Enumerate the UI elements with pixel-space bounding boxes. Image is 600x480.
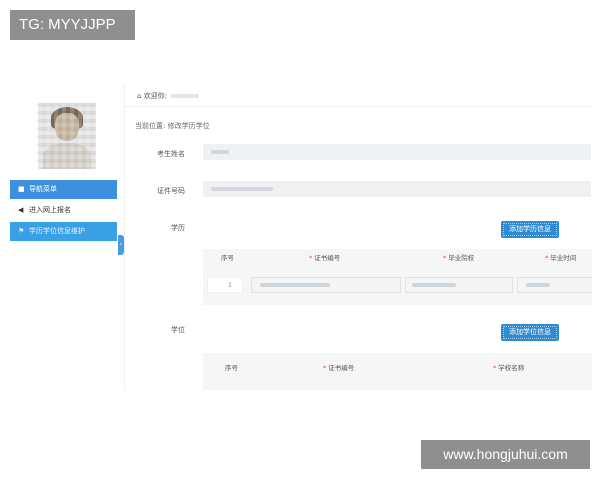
sidebar-item-nav-menu[interactable]: ■ 导航菜单 bbox=[10, 180, 117, 199]
home-icon: ⌂ bbox=[137, 92, 142, 100]
sidebar-item-education-maintenance[interactable]: ⚑ 学历学位信息维护 bbox=[10, 222, 117, 241]
table-header: 序号 bbox=[225, 364, 238, 372]
top-bar: ⌂ 欢迎你: bbox=[125, 85, 592, 107]
sidebar-item-online-register[interactable]: ◀ 进入网上报名 bbox=[10, 201, 117, 220]
name-field[interactable] bbox=[203, 144, 591, 160]
main-content: ⌂ 欢迎你: 当前位置: 修改学历学位 考生姓名 证件号码 学历 添加学历信息 … bbox=[124, 85, 592, 390]
graduate-school-input[interactable] bbox=[405, 277, 513, 293]
name-label: 考生姓名 bbox=[157, 150, 185, 158]
id-number-field[interactable] bbox=[203, 181, 591, 197]
sidebar-item-label: 进入网上报名 bbox=[29, 206, 71, 214]
watermark-top: TG: MYYJJPP bbox=[10, 10, 135, 40]
table-header: * 学校名称 bbox=[493, 364, 525, 372]
education-label: 学历 bbox=[171, 224, 185, 232]
add-education-button[interactable]: 添加学历信息 bbox=[501, 221, 559, 238]
table-header: * 毕业时间 bbox=[545, 254, 577, 262]
table-header: * 证书编号 bbox=[323, 364, 355, 372]
arrow-icon: ◀ bbox=[18, 206, 24, 214]
row-index-cell: 1 bbox=[207, 277, 243, 293]
degree-label: 学位 bbox=[171, 326, 185, 334]
id-label: 证件号码 bbox=[157, 187, 185, 195]
table-header: * 证书编号 bbox=[309, 254, 341, 262]
graduation-date-input[interactable] bbox=[517, 277, 592, 293]
breadcrumb: 当前位置: 修改学历学位 bbox=[135, 122, 210, 130]
flag-icon: ⚑ bbox=[18, 227, 25, 235]
welcome-text: 欢迎你: bbox=[143, 92, 168, 100]
certificate-number-input[interactable] bbox=[251, 277, 401, 293]
chevron-left-icon: ‹ bbox=[119, 241, 123, 248]
table-header: 序号 bbox=[221, 254, 234, 262]
sidebar-item-label: 导航菜单 bbox=[29, 185, 57, 193]
sidebar-item-label: 学历学位信息维护 bbox=[29, 227, 85, 235]
add-degree-button[interactable]: 添加学位信息 bbox=[501, 324, 559, 341]
education-table: 序号 * 证书编号 * 毕业院校 * 毕业时间 1 bbox=[203, 249, 592, 305]
app-window: ■ 导航菜单 ◀ 进入网上报名 ⚑ 学历学位信息维护 ‹ ⌂ 欢迎你: 当前位置: 修… bbox=[8, 85, 592, 390]
table-header: * 毕业院校 bbox=[443, 254, 475, 262]
menu-icon: ■ bbox=[18, 185, 25, 193]
avatar bbox=[38, 103, 96, 169]
degree-table: 序号 * 证书编号 * 学校名称 bbox=[203, 353, 592, 390]
watermark-bottom: www.hongjuhui.com bbox=[421, 440, 590, 469]
sidebar: ■ 导航菜单 ◀ 进入网上报名 ⚑ 学历学位信息维护 bbox=[8, 85, 120, 390]
username-redacted bbox=[171, 94, 200, 98]
